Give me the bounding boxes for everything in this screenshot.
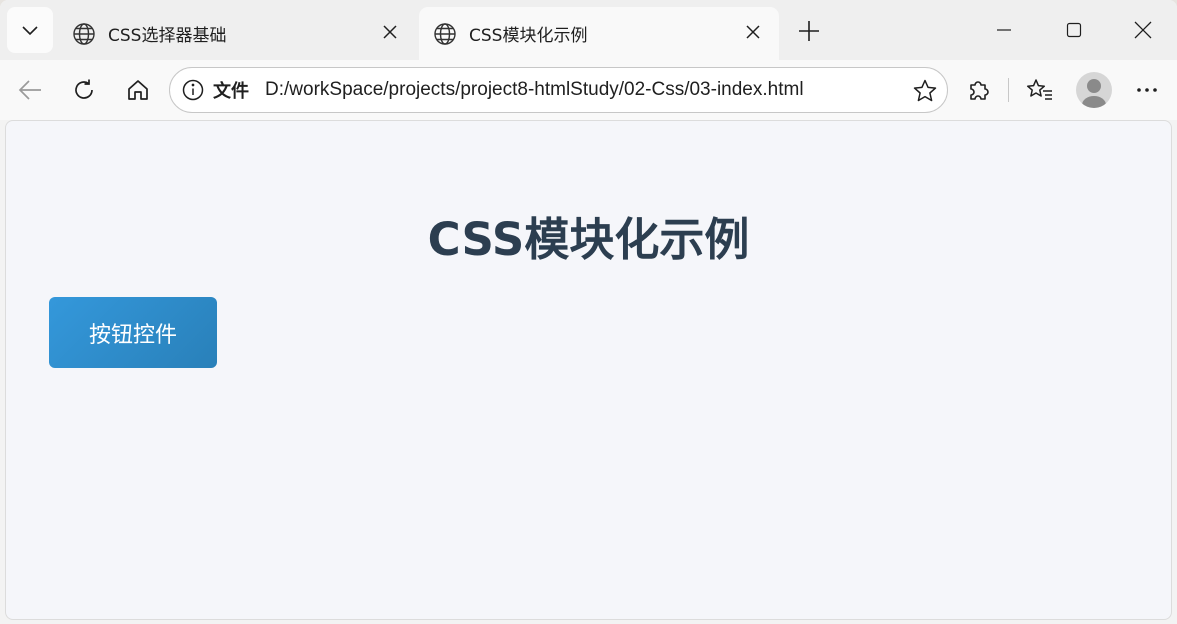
- navigation-toolbar: 文件 D:/workSpace/projects/project8-htmlSt…: [0, 60, 1177, 120]
- home-button[interactable]: [120, 72, 156, 108]
- puzzle-icon: [966, 77, 992, 103]
- address-bar[interactable]: 文件 D:/workSpace/projects/project8-htmlSt…: [169, 67, 948, 113]
- page-title: CSS模块化示例: [427, 213, 750, 266]
- minimize-icon: [996, 22, 1012, 38]
- star-icon[interactable]: [911, 77, 939, 105]
- extensions-button[interactable]: [961, 72, 997, 108]
- home-icon: [126, 78, 150, 102]
- tab-strip: CSS选择器基础 CSS模块化示例: [0, 0, 1177, 60]
- browser-window: CSS选择器基础 CSS模块化示例 文件 D:/workSpace/projec…: [0, 0, 1177, 624]
- maximize-icon: [1066, 22, 1082, 38]
- more-icon: [1135, 78, 1159, 102]
- tab-css-selectors[interactable]: CSS选择器基础: [58, 7, 416, 60]
- window-close-button[interactable]: [1120, 12, 1166, 48]
- new-tab-button[interactable]: [792, 14, 826, 48]
- globe-icon: [433, 22, 457, 46]
- back-arrow-icon: [17, 78, 43, 102]
- favorites-button[interactable]: [1022, 72, 1058, 108]
- refresh-button[interactable]: [66, 72, 102, 108]
- tab-title: CSS选择器基础: [108, 26, 227, 46]
- minimize-button[interactable]: [981, 12, 1027, 48]
- tab-css-modular[interactable]: CSS模块化示例: [419, 7, 779, 60]
- chevron-down-icon: [20, 20, 40, 40]
- tab-list-button[interactable]: [7, 7, 53, 53]
- page-viewport: CSS模块化示例 按钮控件: [5, 120, 1172, 620]
- back-button[interactable]: [12, 72, 48, 108]
- address-scheme-label: 文件: [213, 81, 249, 102]
- avatar[interactable]: [1076, 72, 1112, 108]
- refresh-icon: [72, 78, 96, 102]
- favorites-list-icon: [1026, 77, 1054, 103]
- close-icon[interactable]: [741, 20, 765, 44]
- close-icon[interactable]: [378, 20, 402, 44]
- address-url[interactable]: D:/workSpace/projects/project8-htmlStudy…: [265, 79, 804, 101]
- avatar-icon: [1076, 72, 1112, 108]
- maximize-button[interactable]: [1051, 12, 1097, 48]
- tab-title: CSS模块化示例: [469, 26, 588, 46]
- globe-icon: [72, 22, 96, 46]
- close-icon: [1134, 21, 1152, 39]
- plus-icon: [797, 19, 821, 43]
- toolbar-divider: [1008, 78, 1009, 102]
- more-button[interactable]: [1129, 72, 1165, 108]
- demo-button[interactable]: 按钮控件: [49, 297, 217, 368]
- info-icon[interactable]: [181, 78, 205, 102]
